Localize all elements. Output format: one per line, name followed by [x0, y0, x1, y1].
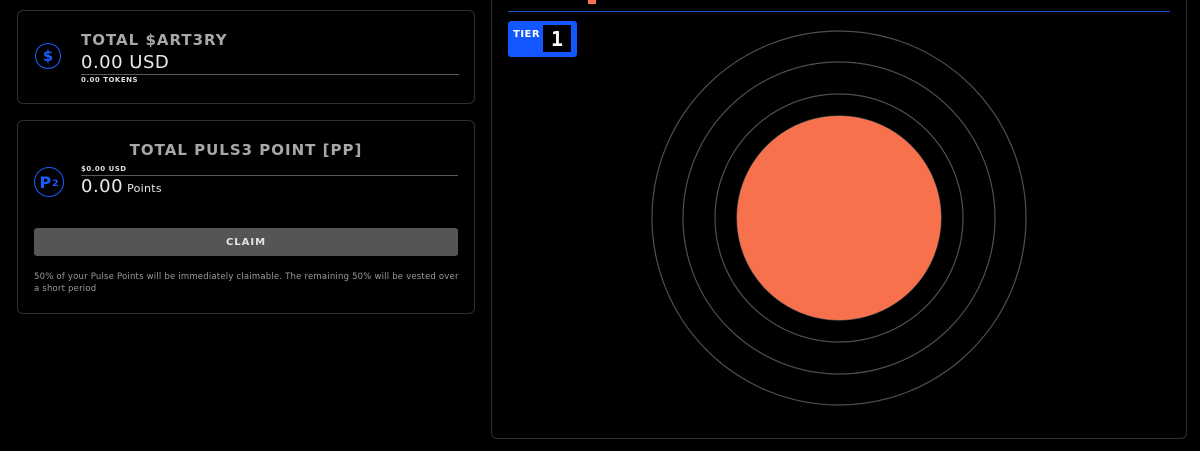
pulse-panel: ⌄ TIER 1: [491, 0, 1187, 439]
claim-button[interactable]: CLAIM: [34, 228, 458, 256]
pulse-points-unit: Points: [127, 182, 162, 195]
artery-tokens: 0.00 TOKENS: [81, 76, 139, 84]
pulse-points-title: TOTAL PULS3 POINT [PP]: [129, 141, 363, 159]
pp-glyph: P: [39, 172, 52, 192]
pp-sub-glyph: 2: [52, 179, 59, 189]
divider: [81, 74, 459, 75]
pp-coin-icon: P2: [34, 167, 64, 197]
pulse-points-value-row: 0.00 Points: [81, 176, 162, 197]
pulse-visualizer: [651, 30, 1027, 406]
pulse-points-usd: $0.00 USD: [81, 165, 127, 173]
pulse-core: [737, 116, 941, 320]
pulse-points-card: TOTAL PULS3 POINT [PP] P2 $0.00 USD 0.00…: [17, 120, 475, 314]
dollar-glyph: $: [42, 47, 54, 65]
artery-value: 0.00 USD: [81, 52, 170, 73]
artery-card: $ TOTAL $ART3RY 0.00 USD 0.00 TOKENS: [17, 10, 475, 104]
pulse-points-value: 0.00: [81, 176, 124, 197]
artery-title: TOTAL $ART3RY: [81, 31, 228, 49]
dollar-coin-icon: $: [35, 43, 61, 69]
claim-note: 50% of your Pulse Points will be immedia…: [34, 272, 459, 294]
